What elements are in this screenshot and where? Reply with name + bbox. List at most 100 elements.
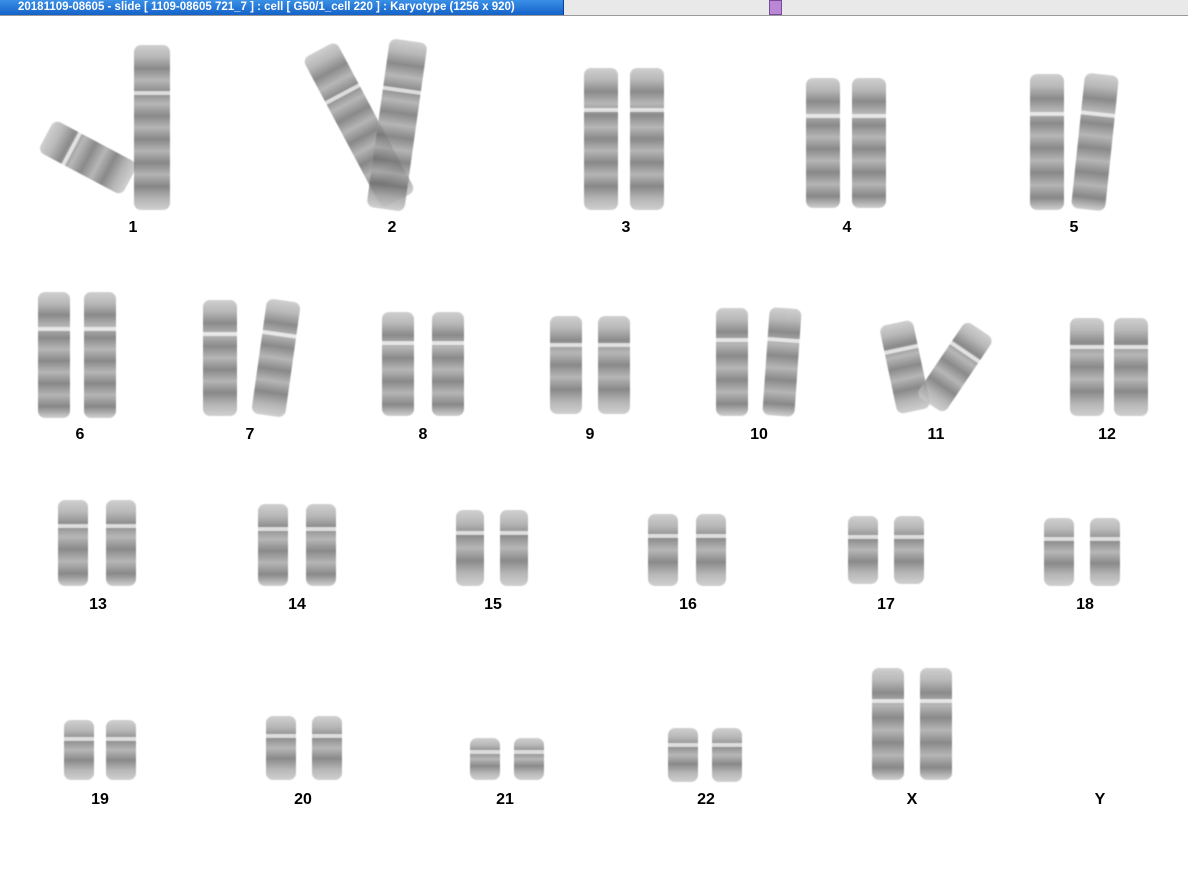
chromosome-label-11: 11: [927, 426, 945, 443]
chromosome-X-b[interactable]: [918, 668, 954, 780]
chromosome-18-a[interactable]: [1042, 518, 1076, 586]
chromosome-15-b[interactable]: [498, 510, 530, 586]
chromosome-label-X: X: [906, 791, 918, 808]
centromere-1-b: [132, 91, 172, 96]
chromosome-18-b[interactable]: [1088, 518, 1122, 586]
chromosome-6-a[interactable]: [36, 292, 72, 418]
chromosome-7-a[interactable]: [201, 300, 239, 416]
chromosome-16-b[interactable]: [694, 514, 728, 586]
chromosome-label-18: 18: [1076, 596, 1094, 613]
chromosome-14-a[interactable]: [256, 504, 290, 586]
chromosome-label-17: 17: [877, 596, 895, 613]
chromosome-7-b[interactable]: [251, 298, 301, 418]
centromere-16-b: [694, 534, 728, 539]
chromosome-22-a[interactable]: [666, 728, 700, 782]
centromere-22-b: [710, 743, 744, 748]
centromere-10-a: [714, 338, 750, 343]
chromosome-19-b[interactable]: [104, 720, 138, 780]
chromosome-label-21: 21: [496, 791, 514, 808]
centromere-1-a: [60, 130, 83, 168]
centromere-16-a: [646, 534, 680, 539]
centromere-21-b: [512, 749, 546, 754]
centromere-4-b: [850, 114, 888, 119]
chromosome-label-3: 3: [621, 219, 631, 236]
centromere-19-a: [62, 736, 96, 741]
chromosome-21-a[interactable]: [468, 738, 502, 780]
centromere-11-b: [948, 339, 982, 365]
chromosome-11-b[interactable]: [915, 320, 995, 414]
chromosome-15-a[interactable]: [454, 510, 486, 586]
chromosome-1-a[interactable]: [37, 119, 139, 196]
chromosome-1-b[interactable]: [132, 45, 172, 210]
centromere-9-b: [596, 343, 632, 348]
chromosome-label-9: 9: [585, 426, 595, 443]
centromere-5-b: [1078, 110, 1118, 119]
centromere-15-b: [498, 531, 530, 536]
top-bar: 20181109-08605 - slide [ 1109-08605 721_…: [0, 0, 1188, 16]
chromosome-13-a[interactable]: [56, 500, 90, 586]
centromere-12-a: [1068, 345, 1106, 350]
chromosome-5-a[interactable]: [1028, 74, 1066, 210]
centromere-X-a: [870, 699, 906, 704]
centromere-9-a: [548, 343, 584, 348]
chromosome-17-a[interactable]: [846, 516, 880, 584]
centromere-14-a: [256, 526, 290, 531]
chromosome-label-20: 20: [294, 791, 312, 808]
chromosome-16-a[interactable]: [646, 514, 680, 586]
chromosome-3-b[interactable]: [628, 68, 666, 210]
centromere-12-b: [1112, 345, 1150, 350]
centromere-2-b: [380, 85, 424, 95]
centromere-4-a: [804, 114, 842, 119]
chromosome-14-b[interactable]: [304, 504, 338, 586]
chromosome-label-Y: Y: [1094, 791, 1106, 808]
centromere-X-b: [918, 699, 954, 704]
centromere-6-a: [36, 327, 72, 332]
chromosome-12-b[interactable]: [1112, 318, 1150, 416]
chromosome-12-a[interactable]: [1068, 318, 1106, 416]
centromere-5-a: [1028, 112, 1066, 117]
chromosome-10-b[interactable]: [762, 307, 802, 417]
centromere-3-b: [628, 107, 666, 112]
chromosome-5-b[interactable]: [1070, 72, 1120, 212]
centromere-2-a: [322, 82, 362, 106]
centromere-22-a: [666, 743, 700, 748]
centromere-17-b: [892, 535, 926, 540]
chromosome-20-b[interactable]: [310, 716, 344, 780]
chromosome-22-b[interactable]: [710, 728, 744, 782]
centromere-7-a: [201, 332, 239, 337]
centromere-17-a: [846, 535, 880, 540]
chromosome-21-b[interactable]: [512, 738, 546, 780]
scroll-thumb[interactable]: [769, 0, 782, 15]
chromosome-20-a[interactable]: [264, 716, 298, 780]
chromosome-label-14: 14: [288, 596, 306, 613]
chromosome-19-a[interactable]: [62, 720, 96, 780]
chromosome-label-6: 6: [75, 426, 85, 443]
chromosome-4-a[interactable]: [804, 78, 842, 208]
centromere-7-b: [260, 330, 299, 340]
chromosome-label-22: 22: [697, 791, 715, 808]
centromere-18-b: [1088, 537, 1122, 542]
chromosome-8-b[interactable]: [430, 312, 466, 416]
centromere-13-b: [104, 524, 138, 529]
centromere-19-b: [104, 736, 138, 741]
centromere-18-a: [1042, 537, 1076, 542]
centromere-21-a: [468, 749, 502, 754]
chromosome-17-b[interactable]: [892, 516, 926, 584]
chromosome-9-b[interactable]: [596, 316, 632, 414]
centromere-11-a: [882, 343, 921, 356]
chromosome-X-a[interactable]: [870, 668, 906, 780]
chromosome-10-a[interactable]: [714, 308, 750, 416]
chromosome-3-a[interactable]: [582, 68, 620, 210]
chromosome-label-12: 12: [1098, 426, 1116, 443]
centromere-13-a: [56, 524, 90, 529]
chromosome-4-b[interactable]: [850, 78, 888, 208]
chromosome-8-a[interactable]: [380, 312, 416, 416]
chromosome-label-5: 5: [1069, 219, 1079, 236]
chromosome-13-b[interactable]: [104, 500, 138, 586]
chromosome-label-16: 16: [679, 596, 697, 613]
centromere-6-b: [82, 327, 118, 332]
chromosome-6-b[interactable]: [82, 292, 118, 418]
centromere-20-a: [264, 733, 298, 738]
chromosome-9-a[interactable]: [548, 316, 584, 414]
chromosome-label-8: 8: [418, 426, 428, 443]
